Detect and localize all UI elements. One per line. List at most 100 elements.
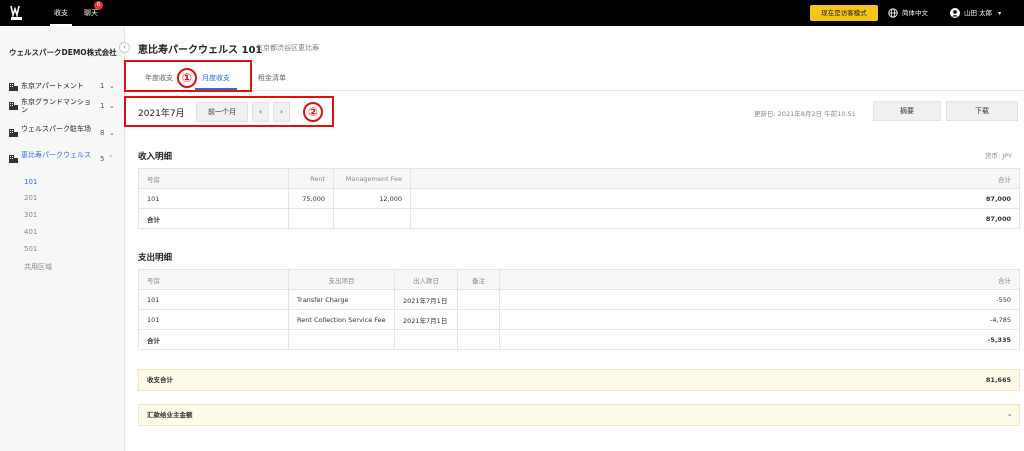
updated-timestamp: 更新日: 2021年8月2日 午前10:51 — [754, 110, 856, 118]
cell-date: 2021年7月1日 — [394, 309, 458, 330]
table-total-row: 合计 87,000 — [138, 208, 1020, 229]
column-header: 合计 — [499, 269, 1020, 290]
sidebar-unit-101[interactable]: 101 — [24, 178, 37, 186]
sidebar: ウェルスパークDEMO株式会社 东京アパートメント 1 ⌄ 东京グランドマンショ… — [0, 26, 125, 451]
column-header: 号房 — [138, 168, 289, 189]
cell-rent: 75,000 — [288, 188, 334, 209]
total-value: 87,000 — [410, 208, 1020, 229]
language-selector[interactable]: 简体中文 — [888, 0, 928, 26]
page-title: 恵比寿パークウェルス 101 — [138, 45, 263, 56]
company-name: ウェルスパークDEMO株式会社 — [9, 48, 117, 57]
remittance-value: - — [1008, 411, 1011, 419]
currency-label: 货币: JPY — [985, 152, 1012, 160]
expense-section-title: 支出明细 — [138, 253, 173, 263]
balance-summary: 收支合计 81,665 — [138, 369, 1020, 391]
expense-table: 号房 支出项目 出入款日 备注 合计 101 Transfer Charge 2… — [138, 269, 1020, 350]
total-label: 合计 — [138, 329, 289, 350]
user-menu[interactable]: 山田 太郎 ▾ — [950, 0, 1001, 26]
income-table: 号房 Rent Management Fee 合计 101 75,000 12,… — [138, 168, 1020, 229]
total-value: -5,335 — [499, 329, 1020, 350]
column-header: 合计 — [410, 168, 1020, 189]
cell-empty — [457, 329, 500, 350]
annotation-marker-2: ② — [303, 102, 323, 122]
table-row: 101 Rent Collection Service Fee 2021年7月1… — [138, 309, 1020, 330]
building-icon — [9, 83, 18, 91]
property-count: 8 — [100, 129, 105, 137]
property-name: 恵比寿パークウェルス — [21, 151, 91, 159]
language-label: 简体中文 — [902, 9, 928, 17]
prev-arrow-button[interactable]: ‹ — [252, 102, 269, 122]
download-button[interactable]: 下载 — [946, 101, 1018, 121]
cell-item: Transfer Charge — [288, 289, 395, 310]
cell-empty — [288, 329, 395, 350]
cell-total: -550 — [499, 289, 1020, 310]
app-logo-icon[interactable] — [10, 5, 23, 21]
summary-button[interactable]: 摘要 — [873, 101, 941, 121]
building-icon — [9, 129, 18, 137]
chevron-down-icon: ⌄ — [109, 82, 115, 90]
sidebar-unit-501[interactable]: 501 — [24, 245, 37, 253]
table-header-row: 号房 Rent Management Fee 合计 — [138, 168, 1020, 189]
property-count: 5 — [100, 155, 105, 163]
sidebar-unit-201[interactable]: 201 — [24, 194, 37, 202]
current-month: 2021年7月 — [138, 109, 185, 119]
chevron-down-icon: ⌄ — [109, 129, 115, 137]
cell-management-fee: 12,000 — [333, 188, 411, 209]
remittance-summary: 汇款给业主金额 - — [138, 404, 1020, 426]
column-header: 支出项目 — [288, 269, 395, 290]
cell-total: -4,785 — [499, 309, 1020, 330]
cell-empty — [288, 208, 334, 229]
income-section-title: 收入明细 — [138, 152, 173, 162]
sidebar-unit-301[interactable]: 301 — [24, 211, 37, 219]
chevron-down-icon: ▾ — [998, 10, 1002, 17]
property-count: 1 — [100, 102, 105, 110]
property-address: 东京都渋谷区恵比寿 — [256, 44, 319, 52]
cell-room: 101 — [138, 188, 289, 209]
cell-total: 87,000 — [410, 188, 1020, 209]
property-name: 东京グランドマンション — [21, 98, 91, 114]
column-header: 备注 — [457, 269, 500, 290]
column-header: Management Fee — [333, 168, 411, 189]
chat-badge: 6 — [94, 1, 103, 10]
chevron-left-icon: ‹ — [123, 43, 126, 51]
globe-icon — [888, 8, 898, 18]
table-row: 101 Transfer Charge 2021年7月1日 -550 — [138, 289, 1020, 310]
total-label: 合计 — [138, 208, 289, 229]
cell-room: 101 — [138, 289, 289, 310]
property-name: 东京アパートメント — [21, 82, 84, 90]
table-total-row: 合计 -5,335 — [138, 329, 1020, 350]
cell-note — [457, 289, 500, 310]
cell-room: 101 — [138, 309, 289, 330]
property-count: 1 — [100, 82, 105, 90]
column-header: 出入款日 — [394, 269, 458, 290]
cell-date: 2021年7月1日 — [394, 289, 458, 310]
top-bar: 收支 聊天 6 现在是访客模式 简体中文 山田 太郎 ▾ — [0, 0, 1024, 26]
sidebar-unit-common-area[interactable]: 共用区域 — [24, 262, 52, 272]
next-arrow-button[interactable]: › — [273, 102, 290, 122]
building-icon — [9, 155, 18, 163]
annotation-marker-1: ① — [177, 68, 197, 88]
sidebar-collapse-button[interactable]: ‹ — [119, 42, 130, 53]
nav-income[interactable]: 收支 — [50, 0, 72, 26]
table-header-row: 号房 支出项目 出入款日 备注 合计 — [138, 269, 1020, 290]
table-row: 101 75,000 12,000 87,000 — [138, 188, 1020, 209]
sidebar-unit-401[interactable]: 401 — [24, 228, 37, 236]
tabs-divider — [125, 90, 1024, 91]
user-avatar-icon — [950, 8, 960, 18]
cell-empty — [333, 208, 411, 229]
user-name: 山田 太郎 — [964, 9, 993, 17]
remittance-label: 汇款给业主金额 — [147, 411, 193, 419]
balance-label: 收支合计 — [147, 376, 173, 384]
chevron-down-icon: ⌄ — [109, 102, 115, 110]
cell-item: Rent Collection Service Fee — [288, 309, 395, 330]
building-icon — [9, 102, 18, 110]
prev-month-button[interactable]: 前一个月 — [196, 102, 248, 122]
chevron-up-icon: ˆ — [109, 155, 113, 163]
balance-value: 81,665 — [985, 376, 1011, 384]
column-header: 号房 — [138, 269, 289, 290]
tab-rent-roll[interactable]: 租金清单 — [258, 73, 286, 83]
visitor-mode-button[interactable]: 现在是访客模式 — [810, 5, 878, 21]
property-name: ウェルスパーク駐车场 — [21, 125, 91, 133]
cell-empty — [394, 329, 458, 350]
column-header: Rent — [288, 168, 334, 189]
